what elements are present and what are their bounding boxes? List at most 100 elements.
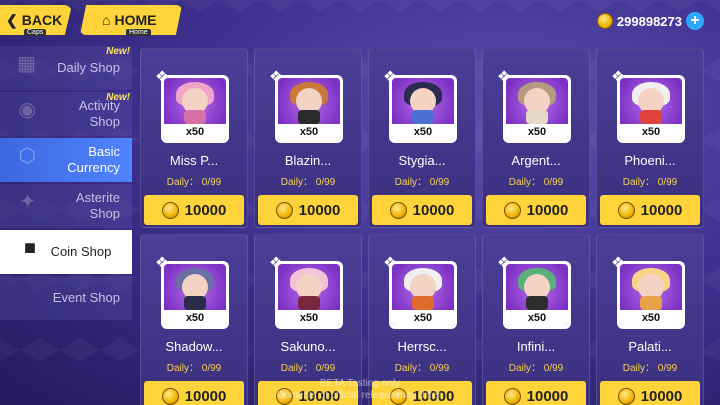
chibi-body <box>526 110 548 124</box>
chibi-body <box>640 110 662 124</box>
daily-limit: Daily： 0/99 <box>280 177 336 188</box>
buy-button[interactable]: 10000 <box>372 195 472 225</box>
calendar-icon: ▦ <box>17 53 36 75</box>
sidebar-item-event-shop[interactable]: Event Shop <box>0 276 132 320</box>
chibi-body <box>412 110 434 124</box>
coin-balance: 299898273 + <box>596 10 704 32</box>
shop-item-card[interactable]: ❖ x50 Blazin... Daily： 0/99 10000 <box>254 48 362 228</box>
daily-limit: Daily： 0/99 <box>166 363 222 374</box>
sidebar-item-label: Asterite Shop <box>75 190 120 221</box>
item-name: Stygia... <box>398 153 446 168</box>
item-name: Shadow... <box>165 339 223 354</box>
shop-item-card[interactable]: ❖ x50 Argent... Daily： 0/99 10000 <box>482 48 590 228</box>
item-icon: x50 <box>275 75 343 143</box>
item-icon: x50 <box>503 75 571 143</box>
character-fragment-image: x50 <box>506 78 568 140</box>
beta-watermark: BETA Testing only Contents of official r… <box>250 378 470 402</box>
home-label: HOME <box>114 12 157 28</box>
shop-item-grid: ❖ x50 Miss P... Daily： 0/99 10000 ❖ x50 … <box>140 48 716 405</box>
daily-limit: Daily： 0/99 <box>394 363 450 374</box>
gamepad-icon: ◉ <box>18 99 36 121</box>
character-fragment-image: x50 <box>164 264 226 326</box>
sidebar-item-daily-shop[interactable]: ▦ New! Daily Shop <box>0 46 132 90</box>
item-icon: x50 <box>503 261 571 329</box>
item-name: Blazin... <box>284 153 332 168</box>
sidebar-item-activity-shop[interactable]: ◉ New! Activity Shop <box>0 92 132 136</box>
coin-icon <box>275 201 293 219</box>
coin-bag-icon: ■ <box>23 237 36 259</box>
item-icon: x50 <box>617 75 685 143</box>
item-icon: x50 <box>161 261 229 329</box>
item-name: Infini... <box>516 339 556 354</box>
sidebar-item-label: Daily Shop <box>57 60 120 75</box>
character-fragment-image: x50 <box>392 264 454 326</box>
new-badge: New! <box>106 46 130 57</box>
buy-button[interactable]: 10000 <box>258 195 358 225</box>
coin-icon <box>389 201 407 219</box>
chevron-left-icon: ❮ <box>6 11 18 28</box>
item-quantity: x50 <box>392 310 454 326</box>
sidebar-item-asterite-shop[interactable]: ✦ Asterite Shop <box>0 184 132 228</box>
item-icon: x50 <box>617 261 685 329</box>
item-name: Palati... <box>628 339 672 354</box>
home-hint: Home <box>126 29 151 36</box>
item-quantity: x50 <box>620 310 682 326</box>
coin-icon <box>503 201 521 219</box>
daily-limit: Daily： 0/99 <box>394 177 450 188</box>
daily-limit: Daily： 0/99 <box>508 363 564 374</box>
item-quantity: x50 <box>392 124 454 140</box>
shop-item-card[interactable]: ❖ x50 Shadow... Daily： 0/99 10000 <box>140 234 248 405</box>
item-icon: x50 <box>389 261 457 329</box>
shop-item-card[interactable]: ❖ x50 Infini... Daily： 0/99 10000 <box>482 234 590 405</box>
chibi-body <box>298 110 320 124</box>
character-fragment-image: x50 <box>278 78 340 140</box>
sidebar-item-basic-currency[interactable]: ⬡ Basic Currency <box>0 138 132 182</box>
shop-item-card[interactable]: ❖ x50 Stygia... Daily： 0/99 10000 <box>368 48 476 228</box>
daily-limit: Daily： 0/99 <box>622 363 678 374</box>
sidebar-item-label: Event Shop <box>52 290 120 305</box>
item-name: Herrsc... <box>397 339 447 354</box>
buy-button[interactable]: 10000 <box>600 381 700 405</box>
item-name: Argent... <box>511 153 561 168</box>
price-value: 10000 <box>640 387 683 405</box>
item-quantity: x50 <box>278 124 340 140</box>
buy-button[interactable]: 10000 <box>144 195 244 225</box>
buy-button[interactable]: 10000 <box>144 381 244 405</box>
item-icon: x50 <box>389 75 457 143</box>
price-value: 10000 <box>298 201 341 219</box>
sidebar-item-coin-shop[interactable]: ■ Coin Shop <box>0 230 132 274</box>
back-hint: Caps <box>24 29 47 36</box>
top-bar: ❮ BACK Caps ⌂ HOME Home 299898273 + <box>0 0 720 44</box>
buy-button[interactable]: 10000 <box>486 381 586 405</box>
item-name: Miss P... <box>169 153 219 168</box>
buy-button[interactable]: 10000 <box>486 195 586 225</box>
coin-icon <box>161 201 179 219</box>
back-label: BACK <box>21 12 63 28</box>
character-fragment-image: x50 <box>278 264 340 326</box>
new-badge: New! <box>106 92 130 103</box>
coin-icon <box>617 387 635 405</box>
price-value: 10000 <box>526 387 569 405</box>
price-value: 10000 <box>526 201 569 219</box>
add-currency-button[interactable]: + <box>686 12 704 30</box>
chibi-body <box>640 296 662 310</box>
shop-sidebar: ▦ New! Daily Shop ◉ New! Activity Shop ⬡… <box>0 46 132 405</box>
item-quantity: x50 <box>164 124 226 140</box>
daily-limit: Daily： 0/99 <box>508 177 564 188</box>
buy-button[interactable]: 10000 <box>600 195 700 225</box>
shop-item-card[interactable]: ❖ x50 Palati... Daily： 0/99 10000 <box>596 234 704 405</box>
price-value: 10000 <box>412 201 455 219</box>
chibi-body <box>184 110 206 124</box>
item-quantity: x50 <box>278 310 340 326</box>
coin-balance-value: 299898273 <box>616 13 682 29</box>
character-fragment-image: x50 <box>620 264 682 326</box>
hexagon-icon: ⬡ <box>18 145 36 167</box>
shop-item-card[interactable]: ❖ x50 Miss P... Daily： 0/99 10000 <box>140 48 248 228</box>
shop-item-card[interactable]: ❖ x50 Phoeni... Daily： 0/99 10000 <box>596 48 704 228</box>
item-quantity: x50 <box>620 124 682 140</box>
chibi-body <box>298 296 320 310</box>
item-icon: x50 <box>275 261 343 329</box>
chibi-body <box>526 296 548 310</box>
coin-icon <box>617 201 635 219</box>
sidebar-item-label: Basic Currency <box>67 144 120 175</box>
